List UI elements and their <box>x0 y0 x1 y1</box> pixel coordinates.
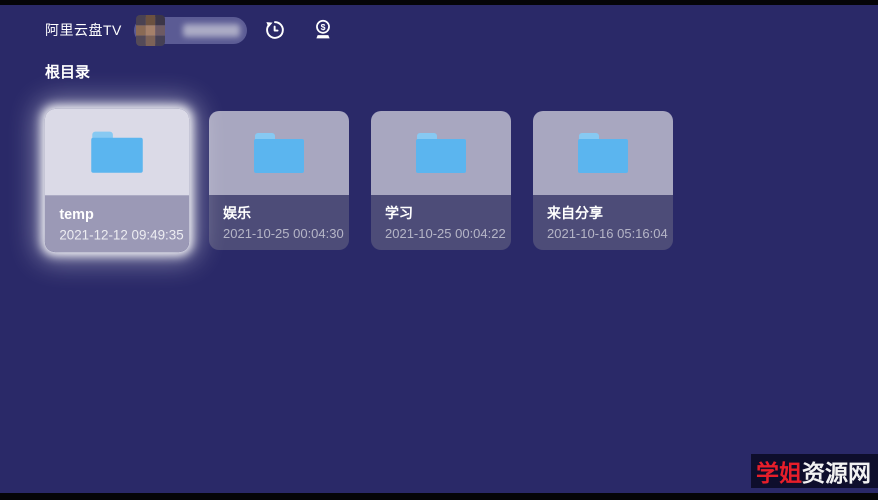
folder-thumbnail <box>371 111 511 195</box>
folder-date: 2021-10-25 00:04:30 <box>223 226 335 241</box>
watermark-highlight: 学姐 <box>756 454 802 488</box>
folder-card-1[interactable]: 娱乐 2021-10-25 00:04:30 <box>209 111 349 250</box>
folder-meta: 来自分享 2021-10-16 05:16:04 <box>533 195 673 250</box>
folder-grid: temp 2021-12-12 09:49:35 娱乐 2021-10-25 0… <box>47 111 673 250</box>
history-button[interactable] <box>264 18 286 42</box>
folder-icon <box>416 133 466 173</box>
app-header: 阿里云盘TV $ <box>45 14 334 46</box>
svg-text:$: $ <box>320 22 325 32</box>
folder-icon <box>254 133 304 173</box>
folder-icon <box>578 133 628 173</box>
folder-date: 2021-10-16 05:16:04 <box>547 226 659 241</box>
folder-thumbnail <box>533 111 673 195</box>
folder-thumbnail <box>45 109 189 196</box>
letterbox-top <box>0 0 878 5</box>
avatar-mosaic <box>136 15 165 46</box>
folder-meta: 学习 2021-10-25 00:04:22 <box>371 195 511 250</box>
folder-card-3[interactable]: 来自分享 2021-10-16 05:16:04 <box>533 111 673 250</box>
folder-date: 2021-10-25 00:04:22 <box>385 226 497 241</box>
donate-button[interactable]: $ <box>312 18 334 42</box>
folder-card-0[interactable]: temp 2021-12-12 09:49:35 <box>45 109 189 252</box>
user-avatar <box>136 15 165 46</box>
aliyun-drive-tv-screen: 阿里云盘TV $ <box>0 0 878 500</box>
folder-name: 娱乐 <box>223 204 335 222</box>
donate-coin-icon: $ <box>312 18 334 42</box>
folder-name: 来自分享 <box>547 204 659 222</box>
app-title: 阿里云盘TV <box>45 20 122 40</box>
folder-icon <box>91 132 143 173</box>
user-name-blurred <box>183 24 240 37</box>
folder-thumbnail <box>209 111 349 195</box>
folder-meta: temp 2021-12-12 09:49:35 <box>45 195 189 252</box>
folder-card-2[interactable]: 学习 2021-10-25 00:04:22 <box>371 111 511 250</box>
folder-date: 2021-12-12 09:49:35 <box>59 227 174 242</box>
watermark-rest: 资源网 <box>802 454 871 488</box>
folder-meta: 娱乐 2021-10-25 00:04:30 <box>209 195 349 250</box>
user-account-pill[interactable] <box>134 17 247 44</box>
site-watermark: 学姐资源网 <box>751 454 878 488</box>
folder-name: temp <box>59 205 174 224</box>
folder-name: 学习 <box>385 204 497 222</box>
history-icon <box>264 19 286 41</box>
letterbox-bottom <box>0 493 878 500</box>
section-title-root-directory: 根目录 <box>45 61 90 82</box>
